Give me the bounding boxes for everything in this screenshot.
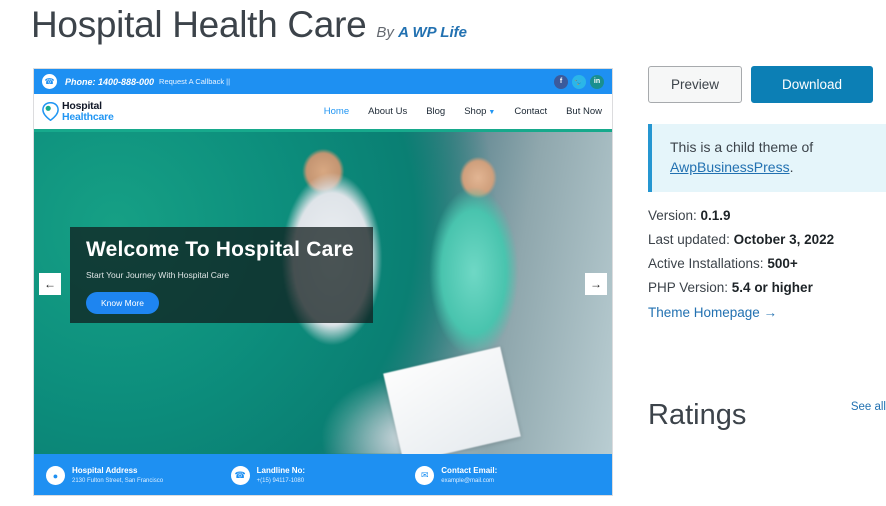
topbar-callback-link[interactable]: Request A Callback || [159, 77, 230, 86]
meta-last-updated: Last updated: October 3, 2022 [648, 232, 886, 247]
contact-phone-title: Landline No: [256, 465, 306, 475]
nav-item-blog[interactable]: Blog [426, 106, 445, 117]
chevron-down-icon: ▼ [488, 109, 496, 116]
ratings-section: Ratings See all [648, 399, 886, 432]
action-buttons: Preview Download [648, 66, 886, 103]
page-title-row: Hospital Health Care By A WP Life [31, 2, 467, 48]
nav-item-contact[interactable]: Contact [514, 106, 547, 117]
meta-active-installations-value: 500+ [767, 255, 798, 271]
know-more-button[interactable]: Know More [86, 292, 159, 314]
meta-version-label: Version: [648, 207, 701, 223]
contact-address-text: Hospital Address 2130 Fulton Street, San… [72, 466, 163, 485]
meta-last-updated-label: Last updated: [648, 231, 734, 247]
hero-subtitle: Start Your Journey With Hospital Care [86, 270, 230, 280]
preview-topbar: ☎ Phone: 1400-888-000 Request A Callback… [34, 69, 612, 94]
contact-email-title: Contact Email: [441, 465, 498, 475]
page-title: Hospital Health Care [31, 4, 367, 45]
contact-address-title: Hospital Address [72, 465, 138, 475]
nav-item-about-us[interactable]: About Us [368, 106, 407, 117]
see-all-ratings-link[interactable]: See all [851, 401, 886, 413]
ratings-title: Ratings [648, 398, 747, 431]
byline-prefix: By [376, 24, 394, 41]
theme-info-sidebar: Preview Download This is a child theme o… [648, 66, 886, 432]
parent-theme-link[interactable]: AwpBusinessPress [670, 159, 790, 175]
slider-next-arrow[interactable]: → [585, 273, 607, 295]
download-button[interactable]: Download [751, 66, 874, 103]
contact-phone-text: Landline No: +(15) 94117-1080 [257, 466, 305, 485]
meta-php-version-value: 5.4 or higher [731, 279, 813, 295]
meta-php-version: PHP Version: 5.4 or higher [648, 280, 886, 295]
contact-address-block: ● Hospital Address 2130 Fulton Street, S… [46, 466, 231, 485]
site-logo[interactable]: Hospital Healthcare [42, 101, 114, 122]
linkedin-icon[interactable]: in [590, 74, 604, 89]
child-theme-notice-text: This is a child theme of AwpBusinessPres… [670, 137, 876, 178]
nav-item-shop[interactable]: Shop ▼ [464, 106, 495, 117]
phone-icon: ☎ [42, 74, 57, 89]
slider-prev-arrow[interactable]: ← [39, 273, 61, 295]
theme-homepage-link[interactable]: Theme Homepage → [648, 305, 777, 320]
preview-button[interactable]: Preview [648, 66, 743, 103]
meta-version-value: 0.1.9 [700, 207, 731, 223]
theme-detail-page: Hospital Health Care By A WP Life ☎ Phon… [0, 0, 886, 506]
contact-email-detail: example@mail.com [441, 477, 495, 484]
location-pin-icon: ● [46, 466, 65, 485]
hero-title: Welcome To Hospital Care [86, 238, 354, 261]
notice-text-after: . [789, 159, 794, 176]
logo-line-1: Hospital [62, 99, 102, 112]
contact-email-text: Contact Email: example@mail.com [441, 466, 497, 485]
meta-version: Version: 0.1.9 [648, 208, 886, 223]
theme-metadata: Version: 0.1.9 Last updated: October 3, … [648, 208, 886, 322]
meta-last-updated-value: October 3, 2022 [733, 231, 835, 247]
preview-contact-strip: ● Hospital Address 2130 Fulton Street, S… [34, 454, 612, 495]
email-icon: ✉ [415, 466, 435, 485]
preview-navbar: Hospital Healthcare Home About Us Blog S… [34, 94, 612, 129]
logo-line-2: Healthcare [62, 110, 114, 123]
meta-php-version-label: PHP Version: [648, 279, 732, 295]
logo-text: Hospital Healthcare [62, 101, 114, 122]
contact-phone-detail: +(15) 94117-1080 [256, 477, 305, 484]
phone-icon: ☎ [230, 466, 250, 485]
child-theme-notice: This is a child theme of AwpBusinessPres… [648, 124, 886, 192]
contact-phone-block: ☎ Landline No: +(15) 94117-1080 [230, 466, 416, 485]
nav-menu: Home About Us Blog Shop ▼ Contact But Now [324, 106, 604, 117]
author-link[interactable]: A WP Life [398, 24, 467, 41]
facebook-icon[interactable]: f [554, 74, 568, 89]
hero-paper-prop [383, 346, 521, 454]
theme-screenshot[interactable]: ☎ Phone: 1400-888-000 Request A Callback… [33, 68, 613, 496]
twitter-icon[interactable]: 🐦 [572, 74, 586, 89]
nav-item-home[interactable]: Home [324, 106, 349, 117]
hospital-logo-icon [42, 102, 59, 121]
hero-accent-bar [34, 129, 612, 132]
notice-text-before: This is a child theme of [670, 139, 814, 155]
nav-shop-label: Shop [464, 106, 487, 117]
social-links: f 🐦 in [554, 74, 604, 89]
meta-active-installations: Active Installations: 500+ [648, 256, 886, 271]
contact-email-block: ✉ Contact Email: example@mail.com [415, 466, 600, 485]
hero-text-card: Welcome To Hospital Care Start Your Jour… [70, 227, 373, 323]
meta-active-installations-label: Active Installations: [648, 255, 768, 271]
topbar-phone: Phone: 1400-888-000 [65, 76, 155, 87]
hero-slider: Welcome To Hospital Care Start Your Jour… [34, 129, 612, 454]
nav-item-but-now[interactable]: But Now [566, 106, 602, 117]
byline: By A WP Life [376, 24, 467, 41]
contact-address-detail: 2130 Fulton Street, San Francisco [72, 477, 164, 484]
